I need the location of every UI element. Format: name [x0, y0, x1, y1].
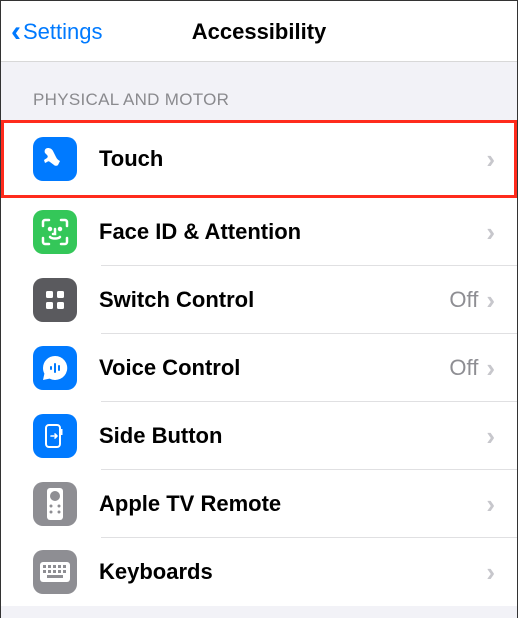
apple-tv-remote-icon: [33, 482, 77, 526]
nav-header: ‹ Settings Accessibility: [1, 1, 517, 62]
row-value: Off: [449, 287, 478, 313]
back-button[interactable]: ‹ Settings: [11, 17, 103, 47]
row-faceid-attention[interactable]: Face ID & Attention ›: [1, 198, 517, 266]
chevron-right-icon: ›: [486, 353, 495, 384]
section-header: PHYSICAL AND MOTOR: [1, 82, 517, 120]
chevron-right-icon: ›: [486, 217, 495, 248]
row-side-button[interactable]: Side Button ›: [1, 402, 517, 470]
row-label: Face ID & Attention: [99, 219, 486, 245]
chevron-right-icon: ›: [486, 285, 495, 316]
chevron-right-icon: ›: [486, 421, 495, 452]
side-button-icon: [33, 414, 77, 458]
content-area: PHYSICAL AND MOTOR Touch › Face ID & Att…: [1, 62, 517, 618]
row-label: Side Button: [99, 423, 486, 449]
row-keyboards[interactable]: Keyboards ›: [1, 538, 517, 606]
switch-control-icon: [33, 278, 77, 322]
row-touch[interactable]: Touch ›: [1, 120, 517, 198]
back-label: Settings: [23, 19, 103, 45]
chevron-right-icon: ›: [486, 144, 495, 175]
row-switch-control[interactable]: Switch Control Off ›: [1, 266, 517, 334]
touch-icon: [33, 137, 77, 181]
row-voice-control[interactable]: Voice Control Off ›: [1, 334, 517, 402]
chevron-right-icon: ›: [486, 557, 495, 588]
chevron-left-icon: ‹: [11, 17, 21, 47]
row-value: Off: [449, 355, 478, 381]
row-label: Touch: [99, 146, 486, 172]
voice-control-icon: [33, 346, 77, 390]
row-apple-tv-remote[interactable]: Apple TV Remote ›: [1, 470, 517, 538]
chevron-right-icon: ›: [486, 489, 495, 520]
row-label: Keyboards: [99, 559, 486, 585]
face-id-icon: [33, 210, 77, 254]
keyboard-icon: [33, 550, 77, 594]
settings-list: Touch › Face ID & Attention › Switch Con…: [1, 120, 517, 606]
row-label: Switch Control: [99, 287, 449, 313]
row-label: Apple TV Remote: [99, 491, 486, 517]
row-label: Voice Control: [99, 355, 449, 381]
page-title: Accessibility: [192, 19, 327, 45]
